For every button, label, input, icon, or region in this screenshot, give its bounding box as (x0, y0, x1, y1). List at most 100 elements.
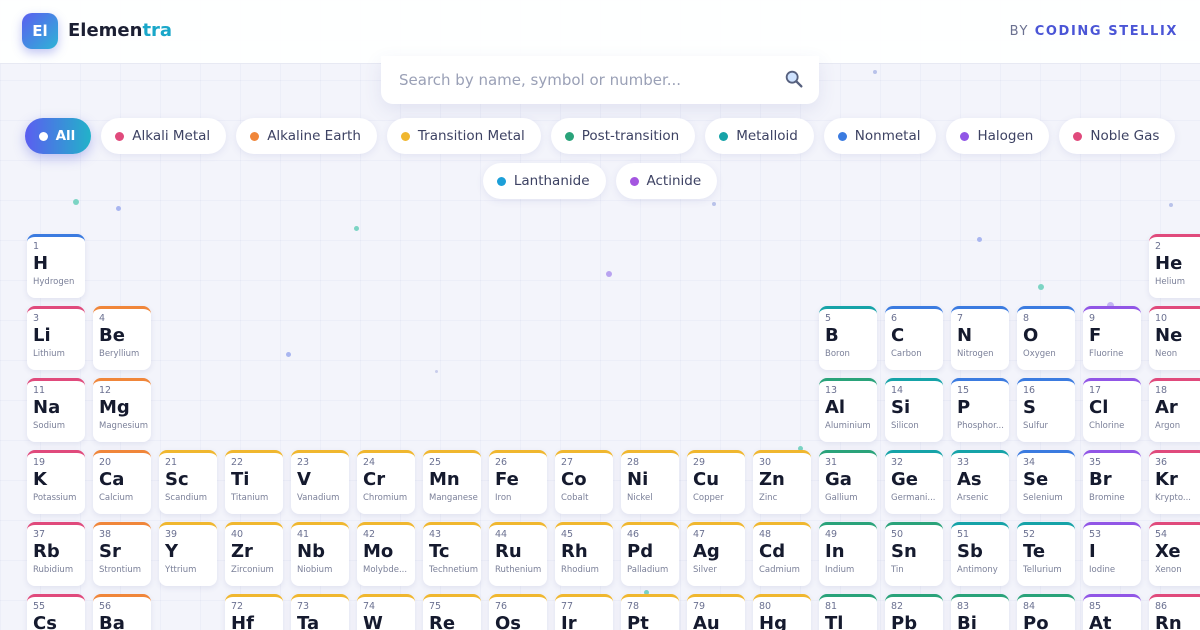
element-tile-at[interactable]: 85AtAstatine (1083, 594, 1141, 630)
element-tile-pb[interactable]: 82PbLead (885, 594, 943, 630)
element-tile-hg[interactable]: 80HgMercury (753, 594, 811, 630)
filter-chip-noble[interactable]: Noble Gas (1059, 118, 1176, 154)
filter-chip-nonmetal[interactable]: Nonmetal (823, 118, 937, 154)
element-number: 14 (891, 385, 904, 396)
search-icon[interactable] (783, 68, 805, 90)
element-tile-hf[interactable]: 72HfHafnium (225, 594, 283, 630)
element-tile-co[interactable]: 27 Co Cobalt (555, 450, 613, 514)
element-tile-xe[interactable]: 54 Xe Xenon (1149, 522, 1200, 586)
element-tile-si[interactable]: 14 Si Silicon (885, 378, 943, 442)
element-tile-te[interactable]: 52 Te Tellurium (1017, 522, 1075, 586)
element-number: 46 (627, 529, 640, 540)
element-name: Lithium (33, 349, 65, 359)
filter-chip-lanthanide[interactable]: Lanthanide (482, 163, 606, 199)
element-tile-mn[interactable]: 25 Mn Manganese (423, 450, 481, 514)
filter-chip-actinide[interactable]: Actinide (615, 163, 718, 199)
element-tile-tl[interactable]: 81TlThallium (819, 594, 877, 630)
filter-chip-all[interactable]: All (24, 118, 92, 154)
element-tile-cu[interactable]: 29 Cu Copper (687, 450, 745, 514)
element-tile-mg[interactable]: 12 Mg Magnesium (93, 378, 151, 442)
element-tile-cl[interactable]: 17 Cl Chlorine (1083, 378, 1141, 442)
element-tile-rb[interactable]: 37 Rb Rubidium (27, 522, 85, 586)
element-tile-n[interactable]: 7 N Nitrogen (951, 306, 1009, 370)
element-tile-b[interactable]: 5 B Boron (819, 306, 877, 370)
element-tile-bi[interactable]: 83BiBismuth (951, 594, 1009, 630)
element-tile-zn[interactable]: 30 Zn Zinc (753, 450, 811, 514)
filter-chip-alkaline[interactable]: Alkaline Earth (236, 118, 377, 154)
element-name: Oxygen (1023, 349, 1056, 359)
element-tile-sb[interactable]: 51 Sb Antimony (951, 522, 1009, 586)
element-tile-na[interactable]: 11 Na Sodium (27, 378, 85, 442)
element-tile-ar[interactable]: 18 Ar Argon (1149, 378, 1200, 442)
element-tile-in[interactable]: 49 In Indium (819, 522, 877, 586)
element-tile-as[interactable]: 33 As Arsenic (951, 450, 1009, 514)
element-tile-rn[interactable]: 86RnRadon (1149, 594, 1200, 630)
element-tile-o[interactable]: 8 O Oxygen (1017, 306, 1075, 370)
filter-chip-halogen[interactable]: Halogen (946, 118, 1050, 154)
element-tile-ba[interactable]: 56BaBarium (93, 594, 151, 630)
element-tile-al[interactable]: 13 Al Aluminium (819, 378, 877, 442)
element-name: Gallium (825, 493, 858, 503)
element-tile-ru[interactable]: 44 Ru Ruthenium (489, 522, 547, 586)
element-tile-ta[interactable]: 73TaTantalum (291, 594, 349, 630)
element-tile-os[interactable]: 76OsOsmium (489, 594, 547, 630)
element-tile-pt[interactable]: 78PtPlatinum (621, 594, 679, 630)
element-tile-kr[interactable]: 36 Kr Krypto... (1149, 450, 1200, 514)
category-dot-icon (400, 131, 410, 141)
search-input[interactable] (399, 66, 769, 94)
element-tile-sn[interactable]: 50 Sn Tin (885, 522, 943, 586)
element-tile-ir[interactable]: 77IrIridium (555, 594, 613, 630)
filter-chip-metalloid[interactable]: Metalloid (705, 118, 814, 154)
element-tile-sc[interactable]: 21 Sc Scandium (159, 450, 217, 514)
filter-chip-post[interactable]: Post-transition (550, 118, 696, 154)
element-tile-po[interactable]: 84PoPolonium (1017, 594, 1075, 630)
element-tile-se[interactable]: 34 Se Selenium (1017, 450, 1075, 514)
element-number: 5 (825, 313, 832, 324)
element-tile-pd[interactable]: 46 Pd Palladium (621, 522, 679, 586)
element-tile-v[interactable]: 23 V Vanadium (291, 450, 349, 514)
element-tile-ne[interactable]: 10 Ne Neon (1149, 306, 1200, 370)
category-dot-icon (1073, 131, 1083, 141)
filter-chip-alkali[interactable]: Alkali Metal (101, 118, 227, 154)
filter-chip-transition[interactable]: Transition Metal (386, 118, 541, 154)
element-tile-zr[interactable]: 40 Zr Zirconium (225, 522, 283, 586)
element-tile-h[interactable]: 1 H Hydrogen (27, 234, 85, 298)
element-tile-li[interactable]: 3 Li Lithium (27, 306, 85, 370)
element-tile-br[interactable]: 35 Br Bromine (1083, 450, 1141, 514)
element-tile-sr[interactable]: 38 Sr Strontium (93, 522, 151, 586)
element-tile-ca[interactable]: 20 Ca Calcium (93, 450, 151, 514)
element-tile-s[interactable]: 16 S Sulfur (1017, 378, 1075, 442)
element-tile-p[interactable]: 15 P Phosphor... (951, 378, 1009, 442)
element-tile-cs[interactable]: 55CsCaesium (27, 594, 85, 630)
element-number: 49 (825, 529, 838, 540)
element-tile-cd[interactable]: 48 Cd Cadmium (753, 522, 811, 586)
element-tile-y[interactable]: 39 Y Yttrium (159, 522, 217, 586)
element-symbol: Sr (99, 541, 121, 562)
element-tile-nb[interactable]: 41 Nb Niobium (291, 522, 349, 586)
element-tile-be[interactable]: 4 Be Beryllium (93, 306, 151, 370)
element-tile-tc[interactable]: 43 Tc Technetium (423, 522, 481, 586)
element-tile-k[interactable]: 19 K Potassium (27, 450, 85, 514)
element-symbol: He (1155, 253, 1183, 274)
element-tile-i[interactable]: 53 I Iodine (1083, 522, 1141, 586)
element-tile-ge[interactable]: 32 Ge Germani... (885, 450, 943, 514)
filter-chip-label: Transition Metal (417, 128, 525, 144)
element-name: Silicon (891, 421, 919, 431)
category-dot-icon (115, 131, 125, 141)
element-tile-he[interactable]: 2 He Helium (1149, 234, 1200, 298)
category-dot-icon (564, 131, 574, 141)
element-tile-fe[interactable]: 26 Fe Iron (489, 450, 547, 514)
element-tile-ti[interactable]: 22 Ti Titanium (225, 450, 283, 514)
element-tile-re[interactable]: 75ReRhenium (423, 594, 481, 630)
element-tile-mo[interactable]: 42 Mo Molybde... (357, 522, 415, 586)
element-tile-ga[interactable]: 31 Ga Gallium (819, 450, 877, 514)
element-tile-ni[interactable]: 28 Ni Nickel (621, 450, 679, 514)
element-tile-f[interactable]: 9 F Fluorine (1083, 306, 1141, 370)
element-tile-w[interactable]: 74WTungsten (357, 594, 415, 630)
element-tile-c[interactable]: 6 C Carbon (885, 306, 943, 370)
element-tile-rh[interactable]: 45 Rh Rhodium (555, 522, 613, 586)
element-symbol: Se (1023, 469, 1049, 490)
element-tile-ag[interactable]: 47 Ag Silver (687, 522, 745, 586)
element-tile-au[interactable]: 79AuGold (687, 594, 745, 630)
element-tile-cr[interactable]: 24 Cr Chromium (357, 450, 415, 514)
